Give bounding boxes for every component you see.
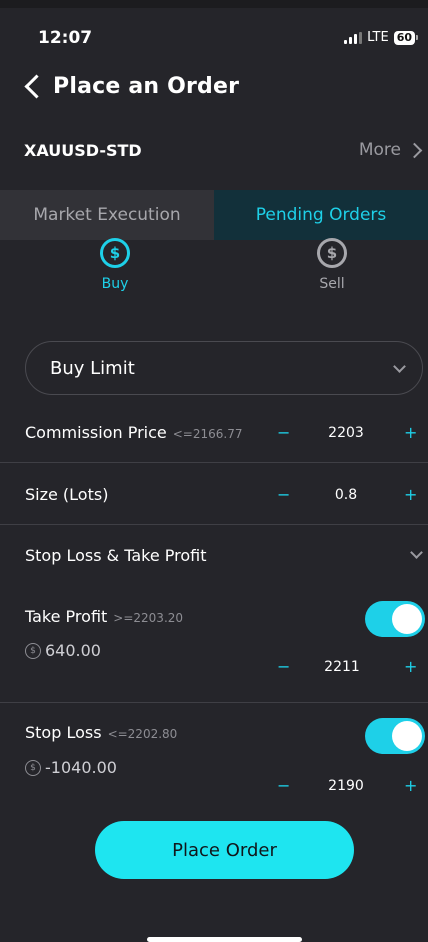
- network-label: LTE: [367, 30, 389, 45]
- battery-level: 60: [393, 30, 415, 45]
- order-type-select[interactable]: Buy Limit: [25, 341, 423, 395]
- take-profit-label-group: Take Profit >=2203.20: [25, 607, 183, 626]
- currency-icon: $: [25, 642, 41, 659]
- take-profit-hint: >=2203.20: [113, 611, 184, 625]
- header: Place an Order: [24, 74, 239, 99]
- stop-loss-label-group: Stop Loss <=2202.80: [25, 723, 177, 742]
- commission-price-hint: <=2166.77: [172, 427, 243, 441]
- buy-label: Buy: [101, 276, 129, 292]
- divider: [0, 702, 428, 703]
- more-label: More: [358, 140, 401, 160]
- symbol-name: XAUUSD-STD: [24, 141, 142, 160]
- size-label: Size (Lots): [25, 485, 109, 504]
- sell-label: Sell: [319, 276, 345, 292]
- stop-loss-label: Stop Loss: [25, 723, 102, 742]
- order-type-value: Buy Limit: [50, 357, 135, 379]
- currency-icon: $: [25, 759, 41, 776]
- take-profit-toggle[interactable]: [365, 601, 425, 637]
- sltp-label: Stop Loss & Take Profit: [25, 546, 207, 565]
- stop-loss-hint: <=2202.80: [107, 727, 178, 741]
- stop-loss-increase[interactable]: +: [404, 776, 417, 795]
- take-profit-increase[interactable]: +: [404, 657, 417, 676]
- divider: [0, 462, 428, 463]
- commission-price-label-group: Commission Price <=2166.77: [25, 423, 242, 442]
- take-profit-pl: $ 640.00: [25, 641, 101, 660]
- stop-loss-toggle[interactable]: [365, 718, 425, 754]
- chevron-down-icon: [393, 359, 406, 373]
- stop-loss-value[interactable]: 2190: [306, 778, 386, 794]
- status-time: 12:07: [38, 28, 93, 48]
- more-link[interactable]: More: [358, 140, 423, 160]
- frame-edge: [0, 0, 428, 8]
- sell-option[interactable]: $ Sell: [277, 238, 387, 292]
- take-profit-pl-value: 640.00: [45, 641, 101, 660]
- commission-price-label: Commission Price: [25, 423, 167, 442]
- signal-icon: [344, 31, 363, 44]
- place-order-button[interactable]: Place Order: [95, 821, 354, 879]
- take-profit-value[interactable]: 2211: [302, 659, 382, 675]
- size-decrease[interactable]: −: [277, 485, 290, 504]
- chevron-right-icon: [406, 142, 423, 158]
- take-profit-decrease[interactable]: −: [277, 657, 290, 676]
- commission-price-decrease[interactable]: −: [277, 423, 290, 442]
- back-icon[interactable]: [24, 74, 49, 99]
- sltp-collapse-icon[interactable]: [410, 546, 423, 559]
- stop-loss-decrease[interactable]: −: [277, 776, 290, 795]
- battery-icon: 60: [393, 30, 418, 45]
- dollar-coin-icon: $: [100, 238, 130, 268]
- tab-pending-orders[interactable]: Pending Orders: [214, 190, 428, 240]
- commission-price-value[interactable]: 2203: [306, 425, 386, 441]
- tab-market-execution[interactable]: Market Execution: [0, 190, 214, 240]
- divider: [0, 524, 428, 525]
- dollar-coin-icon: $: [317, 238, 347, 268]
- home-indicator[interactable]: [147, 937, 302, 942]
- commission-price-increase[interactable]: +: [404, 423, 417, 442]
- size-value[interactable]: 0.8: [306, 487, 386, 503]
- size-increase[interactable]: +: [404, 485, 417, 504]
- status-bar-right: LTE 60: [344, 30, 418, 45]
- execution-tabs: Market Execution Pending Orders: [0, 190, 428, 240]
- stop-loss-pl-value: -1040.00: [45, 758, 117, 777]
- take-profit-label: Take Profit: [25, 607, 108, 626]
- stop-loss-pl: $ -1040.00: [25, 758, 117, 777]
- buy-option[interactable]: $ Buy: [60, 238, 170, 292]
- page-title: Place an Order: [53, 74, 240, 99]
